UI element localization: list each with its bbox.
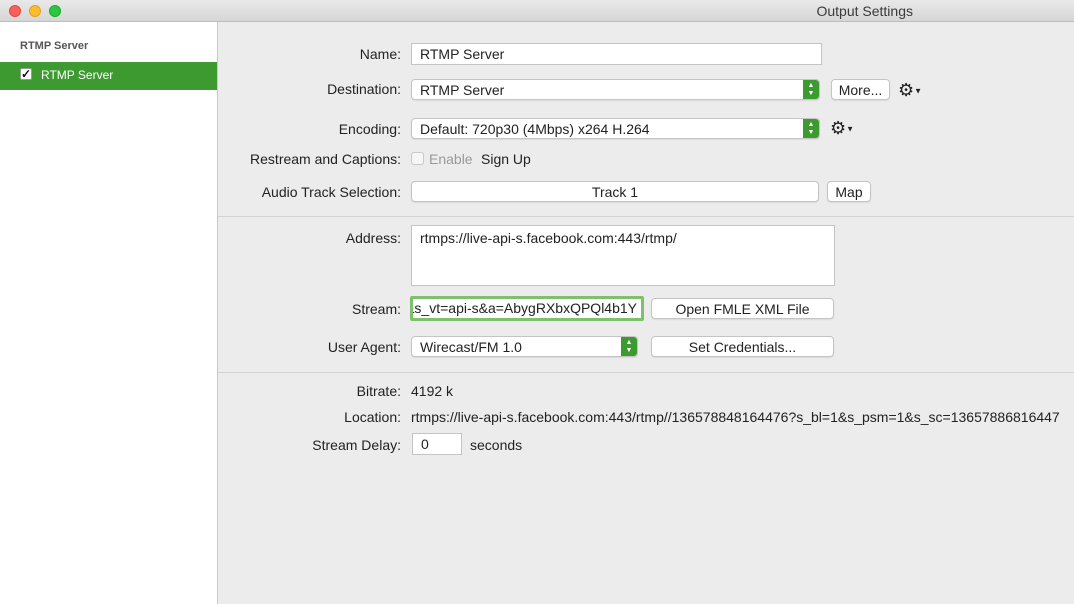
section-divider xyxy=(218,372,1074,373)
stream-delay-field[interactable]: 0 xyxy=(412,433,462,455)
audio-track-select[interactable]: Track 1 xyxy=(411,181,819,202)
stream-delay-label: Stream Delay: xyxy=(312,437,401,453)
user-agent-value: Wirecast/FM 1.0 xyxy=(420,339,522,355)
encoding-select[interactable]: Default: 720p30 (4Mbps) x264 H.264 ▲ ▼ xyxy=(411,118,820,139)
audio-track-label: Audio Track Selection: xyxy=(261,184,401,200)
name-field[interactable]: RTMP Server xyxy=(411,43,822,65)
name-label: Name: xyxy=(359,46,401,62)
destination-label: Destination: xyxy=(327,81,401,97)
encoding-value: Default: 720p30 (4Mbps) x264 H.264 xyxy=(420,121,650,137)
title-bar: Output Settings xyxy=(0,0,1074,22)
user-agent-label: User Agent: xyxy=(327,339,401,355)
address-field[interactable]: rtmps://live-api-s.facebook.com:443/rtmp… xyxy=(411,225,835,286)
chevron-updown-icon: ▲ ▼ xyxy=(803,80,819,99)
more-button[interactable]: More... xyxy=(831,79,890,100)
open-fmle-xml-button[interactable]: Open FMLE XML File xyxy=(651,298,834,319)
enable-checkbox[interactable] xyxy=(411,152,424,165)
stream-delay-unit: seconds xyxy=(470,437,523,453)
sign-up-link[interactable]: Sign Up xyxy=(481,151,531,167)
chevron-updown-icon: ▲ ▼ xyxy=(621,337,637,356)
bitrate-value: 4192 k xyxy=(411,383,454,399)
location-value: rtmps://live-api-s.facebook.com:443/rtmp… xyxy=(411,409,1060,425)
sidebar-item-checkbox[interactable]: ✓ xyxy=(20,68,32,80)
stream-key-value: &s_vt=api-s&a=AbygRXbxQPQl4b1Y xyxy=(410,300,637,316)
user-agent-select[interactable]: Wirecast/FM 1.0 ▲ ▼ xyxy=(411,336,638,357)
destination-value: RTMP Server xyxy=(420,82,505,98)
enable-label: Enable xyxy=(429,151,473,167)
encoding-gear-icon[interactable]: ⚙▼ xyxy=(830,119,854,138)
stream-key-field[interactable]: &s_vt=api-s&a=AbygRXbxQPQl4b1Y xyxy=(410,296,644,321)
destination-select[interactable]: RTMP Server ▲ ▼ xyxy=(411,79,820,100)
destination-gear-icon[interactable]: ⚙▼ xyxy=(898,81,922,100)
address-value: rtmps://live-api-s.facebook.com:443/rtmp… xyxy=(420,230,677,246)
bitrate-label: Bitrate: xyxy=(356,383,401,399)
location-label: Location: xyxy=(344,409,401,425)
set-credentials-button[interactable]: Set Credentials... xyxy=(651,336,834,357)
encoding-label: Encoding: xyxy=(338,121,401,137)
section-divider xyxy=(218,216,1074,217)
sidebar-item-label: RTMP Server xyxy=(41,68,114,82)
chevron-updown-icon: ▲ ▼ xyxy=(803,119,819,138)
restream-label: Restream and Captions: xyxy=(250,151,401,167)
map-button[interactable]: Map xyxy=(827,181,871,202)
stream-label: Stream: xyxy=(351,301,401,317)
address-label: Address: xyxy=(345,230,401,246)
window-title: Output Settings xyxy=(816,3,913,19)
